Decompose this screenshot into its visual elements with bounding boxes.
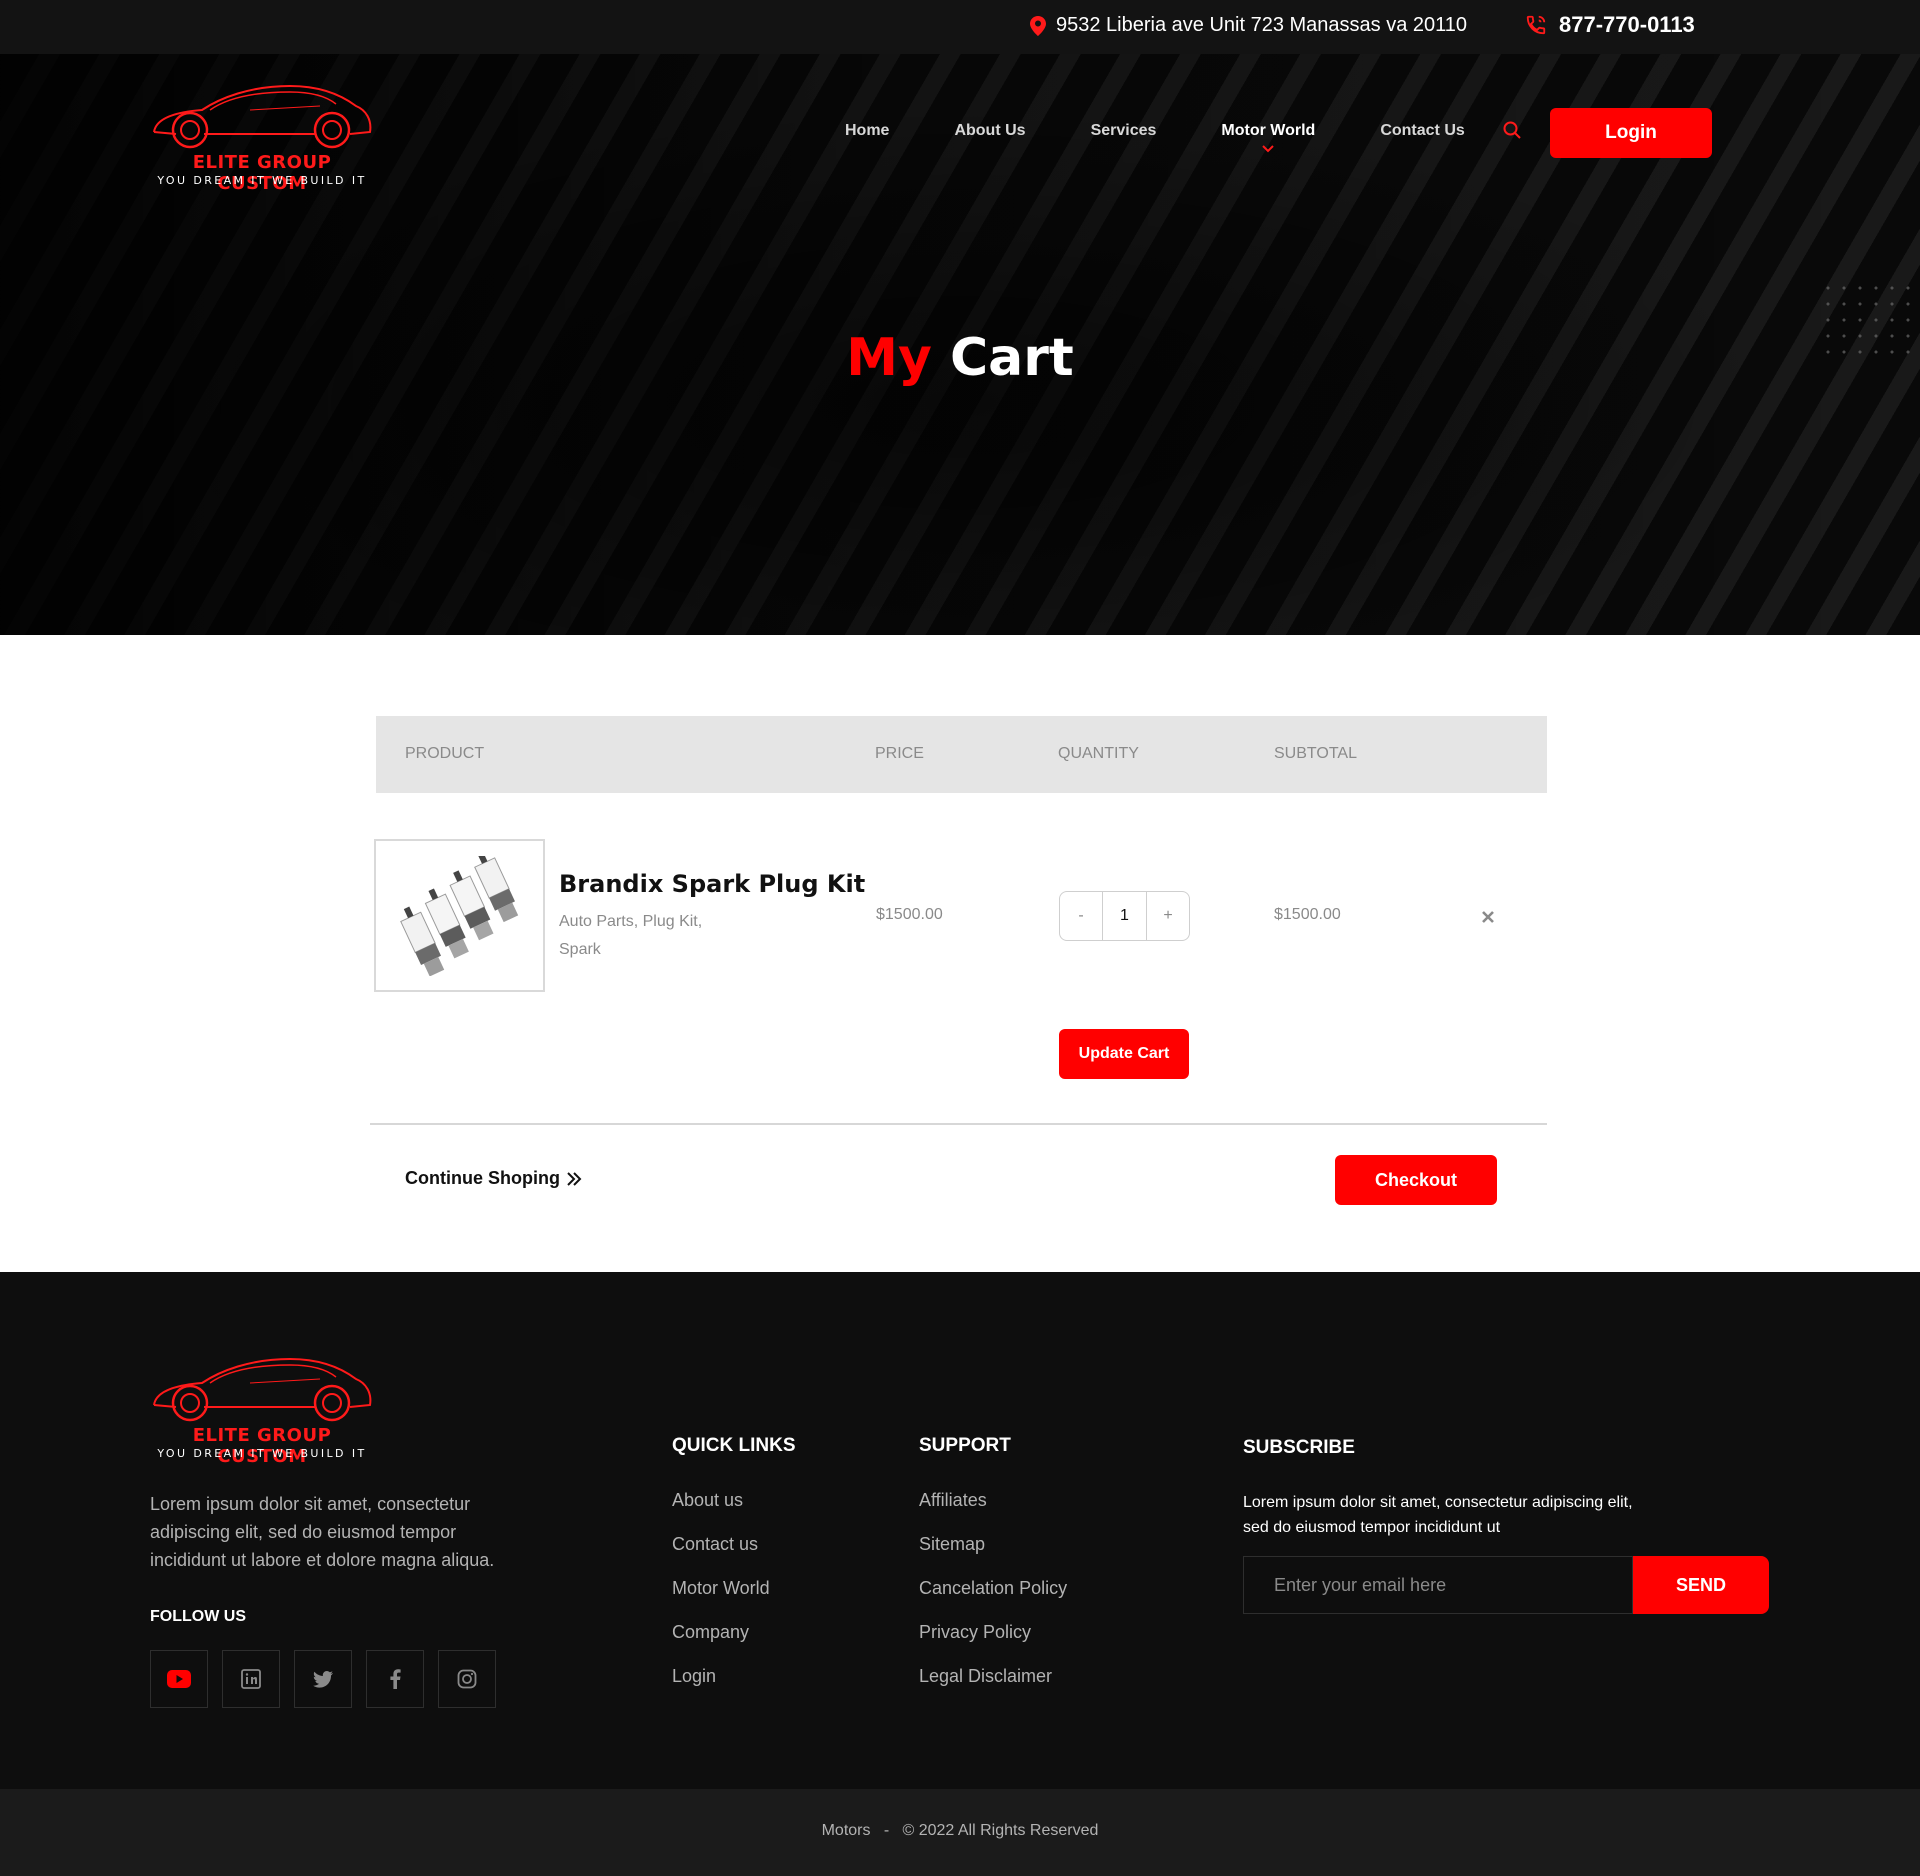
- address-text: 9532 Liberia ave Unit 723 Manassas va 20…: [1056, 14, 1468, 36]
- footer-logo[interactable]: ELITE GROUP CUSTOM YOU DREAM IT WE BUILD…: [150, 1353, 374, 1467]
- quantity-decrease-button[interactable]: -: [1060, 892, 1102, 940]
- nav-item-motor-world[interactable]: Motor World: [1221, 122, 1316, 153]
- continue-shopping-label: Continue Shoping: [405, 1168, 560, 1188]
- quantity-increase-button[interactable]: +: [1147, 892, 1189, 940]
- product-price: $1500.00: [876, 906, 943, 923]
- header-price: PRICE: [875, 745, 924, 762]
- footer-link-login[interactable]: Login: [672, 1666, 770, 1710]
- header-subtotal: SUBTOTAL: [1274, 745, 1357, 762]
- product-image[interactable]: [374, 839, 545, 992]
- hero-banner: ELITE GROUP CUSTOM YOU DREAM IT WE BUILD…: [0, 54, 1920, 635]
- phone-number: 877-770-0113: [1559, 12, 1695, 37]
- follow-us-label: FOLLOW US: [150, 1608, 246, 1625]
- linkedin-icon: [241, 1669, 261, 1689]
- map-pin-icon: [1030, 15, 1046, 36]
- subscribe-text: Lorem ipsum dolor sit amet, consectetur …: [1243, 1494, 1633, 1536]
- phone-icon: [1525, 14, 1547, 36]
- double-chevron-right-icon: [567, 1171, 582, 1186]
- footer: ELITE GROUP CUSTOM YOU DREAM IT WE BUILD…: [0, 1272, 1920, 1789]
- nav-item-about-us[interactable]: About Us: [954, 122, 1025, 140]
- header-product: PRODUCT: [405, 745, 485, 762]
- page-title-cart: Cart: [950, 328, 1074, 388]
- youtube-link[interactable]: [150, 1650, 208, 1708]
- phone-link[interactable]: 877-770-0113: [1525, 12, 1695, 38]
- close-icon: [1482, 911, 1494, 923]
- footer-logo-tagline: YOU DREAM IT WE BUILD IT: [157, 1447, 367, 1460]
- facebook-icon: [390, 1669, 401, 1689]
- address: 9532 Liberia ave Unit 723 Manassas va 20…: [1030, 14, 1467, 37]
- cart-divider: [370, 1123, 1547, 1125]
- footer-link-privacy-policy[interactable]: Privacy Policy: [919, 1622, 1067, 1666]
- footer-link-motor-world[interactable]: Motor World: [672, 1578, 770, 1622]
- continue-shopping-link[interactable]: Continue Shoping: [405, 1168, 582, 1189]
- header-logo[interactable]: ELITE GROUP CUSTOM YOU DREAM IT WE BUILD…: [150, 80, 374, 194]
- footer-link-cancelation-policy[interactable]: Cancelation Policy: [919, 1578, 1067, 1622]
- chevron-down-icon: [1262, 142, 1275, 156]
- search-button[interactable]: [1502, 120, 1522, 145]
- footer-link-contact-us[interactable]: Contact us: [672, 1534, 770, 1578]
- quantity-stepper: - +: [1059, 891, 1190, 941]
- logo-brand-name: ELITE GROUP CUSTOM: [192, 152, 332, 194]
- update-cart-button[interactable]: Update Cart: [1059, 1029, 1189, 1079]
- twitter-link[interactable]: [294, 1650, 352, 1708]
- subscribe-title: SUBSCRIBE: [1243, 1437, 1355, 1458]
- page-title: My Cart: [0, 328, 1920, 388]
- twitter-icon: [313, 1670, 333, 1688]
- login-button[interactable]: Login: [1550, 108, 1712, 158]
- facebook-link[interactable]: [366, 1650, 424, 1708]
- quantity-input[interactable]: [1102, 892, 1147, 940]
- car-logo-icon: [153, 84, 372, 149]
- spark-plug-image: [399, 855, 518, 976]
- subscribe-email-input[interactable]: [1243, 1556, 1633, 1614]
- nav-item-services[interactable]: Services: [1091, 122, 1157, 140]
- footer-link-company[interactable]: Company: [672, 1622, 770, 1666]
- footer-logo-brand-name: ELITE GROUP CUSTOM: [192, 1425, 332, 1467]
- nav-item-home[interactable]: Home: [845, 122, 889, 140]
- footer-link-affiliates[interactable]: Affiliates: [919, 1490, 1067, 1534]
- checkout-button[interactable]: Checkout: [1335, 1155, 1497, 1205]
- footer-link-sitemap[interactable]: Sitemap: [919, 1534, 1067, 1578]
- page-title-my: My: [846, 328, 932, 388]
- footer-about-text: Lorem ipsum dolor sit amet, consectetur …: [150, 1494, 495, 1570]
- top-bar: 9532 Liberia ave Unit 723 Manassas va 20…: [0, 0, 1920, 54]
- quick-links-list: About us Contact us Motor World Company …: [672, 1490, 770, 1710]
- logo-tagline: YOU DREAM IT WE BUILD IT: [157, 174, 367, 187]
- copyright-bar: Motors - © 2022 All Rights Reserved: [0, 1789, 1920, 1876]
- search-icon: [1503, 121, 1521, 139]
- product-name[interactable]: Brandix Spark Plug Kit: [559, 870, 865, 898]
- copyright-text: Motors - © 2022 All Rights Reserved: [821, 1822, 1099, 1839]
- main-nav: Home About Us Services Motor World Conta…: [845, 122, 1530, 153]
- support-links-list: Affiliates Sitemap Cancelation Policy Pr…: [919, 1490, 1067, 1710]
- quick-links-title: QUICK LINKS: [672, 1435, 796, 1456]
- car-logo-icon: [153, 1357, 372, 1422]
- social-links: [150, 1650, 496, 1708]
- product-subtotal: $1500.00: [1274, 906, 1341, 923]
- support-title: SUPPORT: [919, 1435, 1011, 1456]
- instagram-icon: [457, 1669, 477, 1689]
- youtube-icon: [167, 1670, 191, 1688]
- remove-item-button[interactable]: [1476, 905, 1500, 929]
- cart-table-header: PRODUCT PRICE QUANTITY SUBTOTAL: [376, 716, 1547, 793]
- product-categories: Auto Parts, Plug Kit, Spark: [559, 913, 703, 958]
- instagram-link[interactable]: [438, 1650, 496, 1708]
- nav-item-motor-world-label: Motor World: [1221, 122, 1316, 139]
- footer-link-about-us[interactable]: About us: [672, 1490, 770, 1534]
- nav-item-contact-us[interactable]: Contact Us: [1380, 122, 1464, 140]
- header-quantity: QUANTITY: [1058, 745, 1139, 762]
- linkedin-link[interactable]: [222, 1650, 280, 1708]
- footer-link-legal-disclaimer[interactable]: Legal Disclaimer: [919, 1666, 1067, 1710]
- subscribe-send-button[interactable]: SEND: [1633, 1556, 1769, 1614]
